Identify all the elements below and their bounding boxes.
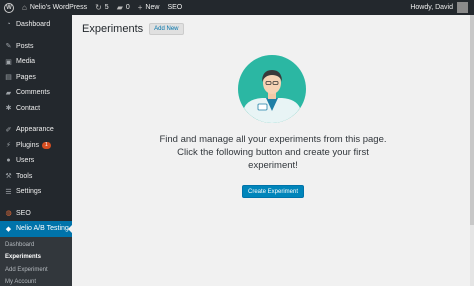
message-line-3: experiment! xyxy=(248,160,298,171)
dashboard-icon: ◔ xyxy=(6,21,11,29)
user-icon: ● xyxy=(6,157,11,165)
sidebar-item-comments[interactable]: ▰ Comments xyxy=(0,85,72,101)
comments-link[interactable]: ▰ 0 xyxy=(113,0,134,15)
wordpress-logo-icon[interactable]: W xyxy=(0,0,18,15)
create-experiment-button[interactable]: Create Experiment xyxy=(242,185,304,198)
sidebar-item-contact[interactable]: ✱ Contact xyxy=(0,101,72,117)
sidebar-item-pages[interactable]: ▤ Pages xyxy=(0,70,72,86)
admin-bar: W ⌂ Nelio's WordPress ↻ 5 ▰ 0 + New SEO … xyxy=(0,0,474,15)
sidebar-item-posts[interactable]: ✎ Posts xyxy=(0,39,72,55)
submenu-item-experiments[interactable]: Experiments xyxy=(0,251,72,264)
comments-count: 0 xyxy=(125,4,130,11)
pin-icon: ✎ xyxy=(5,43,12,51)
comment-icon: ▰ xyxy=(5,89,12,97)
sidebar-item-label: Settings xyxy=(16,188,42,196)
message-line-1: Find and manage all your experiments fro… xyxy=(159,134,387,145)
media-icon: ▣ xyxy=(5,58,12,66)
sidebar-item-plugins[interactable]: ⚡ Plugins 1 xyxy=(0,138,72,154)
plugins-update-badge: 1 xyxy=(41,141,51,149)
updates-link[interactable]: ↻ 5 xyxy=(91,0,113,15)
sidebar-item-dashboard[interactable]: ◔ Dashboard xyxy=(0,17,72,33)
nelio-icon: ◆ xyxy=(5,225,12,233)
sidebar-item-appearance[interactable]: ✐ Appearance xyxy=(0,122,72,138)
plug-icon: ⚡ xyxy=(6,142,11,150)
account-menu[interactable]: Howdy, David xyxy=(406,0,474,15)
sidebar-item-label: Plugins xyxy=(16,141,39,149)
sidebar-item-label: Comments xyxy=(16,89,50,97)
avatar xyxy=(457,2,468,13)
sidebar-item-label: Users xyxy=(16,157,35,165)
brush-icon: ✐ xyxy=(5,126,12,134)
page-icon: ▤ xyxy=(5,74,12,82)
sidebar-item-label: Contact xyxy=(16,104,41,112)
sidebar-item-users[interactable]: ● Users xyxy=(0,153,72,169)
message-line-2: Click the following button and create yo… xyxy=(177,147,369,158)
updates-icon: ↻ xyxy=(95,2,102,12)
site-name-link[interactable]: ⌂ Nelio's WordPress xyxy=(18,0,91,15)
sidebar-item-label: Pages xyxy=(16,73,36,81)
admin-sidebar: ◔ Dashboard ✎ Posts ▣ Media ▤ Pages ▰ Co… xyxy=(0,15,72,286)
seo-label: SEO xyxy=(167,4,183,11)
home-icon: ⌂ xyxy=(22,2,27,12)
gear-icon: ✱ xyxy=(5,105,12,113)
sidebar-item-label: Tools xyxy=(16,172,33,180)
plus-icon: + xyxy=(137,2,143,12)
submenu-item-my-account[interactable]: My Account xyxy=(0,276,72,286)
sidebar-item-label: Dashboard xyxy=(16,21,51,29)
new-label: New xyxy=(145,4,160,11)
wrench-icon: ⚒ xyxy=(5,173,12,181)
site-name: Nelio's WordPress xyxy=(29,4,88,11)
empty-state-message: Find and manage all your experiments fro… xyxy=(132,133,414,172)
scrollbar-thumb[interactable] xyxy=(470,15,474,225)
updates-count: 5 xyxy=(104,4,109,11)
submenu-item-dashboard[interactable]: Dashboard xyxy=(0,239,72,252)
empty-state: Find and manage all your experiments fro… xyxy=(72,15,474,286)
settings-icon: ☰ xyxy=(5,188,12,196)
submenu-item-add-experiment[interactable]: Add Experiment xyxy=(0,264,72,277)
sidebar-item-label: SEO xyxy=(16,209,31,217)
sidebar-item-label: Media xyxy=(16,58,36,66)
sidebar-item-label: Posts xyxy=(16,42,34,50)
seo-icon: ◍ xyxy=(5,210,12,218)
seo-link[interactable]: SEO xyxy=(163,0,186,15)
main-content: Experiments Add New Find and manage all … xyxy=(72,15,474,286)
scientist-illustration xyxy=(238,55,306,123)
sidebar-item-settings[interactable]: ☰ Settings xyxy=(0,184,72,200)
sidebar-item-media[interactable]: ▣ Media xyxy=(0,54,72,70)
howdy-text: Howdy, David xyxy=(410,4,453,11)
sidebar-item-tools[interactable]: ⚒ Tools xyxy=(0,169,72,185)
sidebar-item-seo[interactable]: ◍ SEO xyxy=(0,206,72,222)
sidebar-item-label: Appearance xyxy=(16,126,54,134)
sidebar-item-label: Nelio A/B Testing xyxy=(16,225,69,233)
new-content-link[interactable]: + New xyxy=(134,0,164,15)
comment-icon: ▰ xyxy=(116,2,123,12)
sidebar-item-nelio-ab-testing[interactable]: ◆ Nelio A/B Testing xyxy=(0,221,72,237)
nelio-submenu: Dashboard Experiments Add Experiment My … xyxy=(0,236,72,286)
